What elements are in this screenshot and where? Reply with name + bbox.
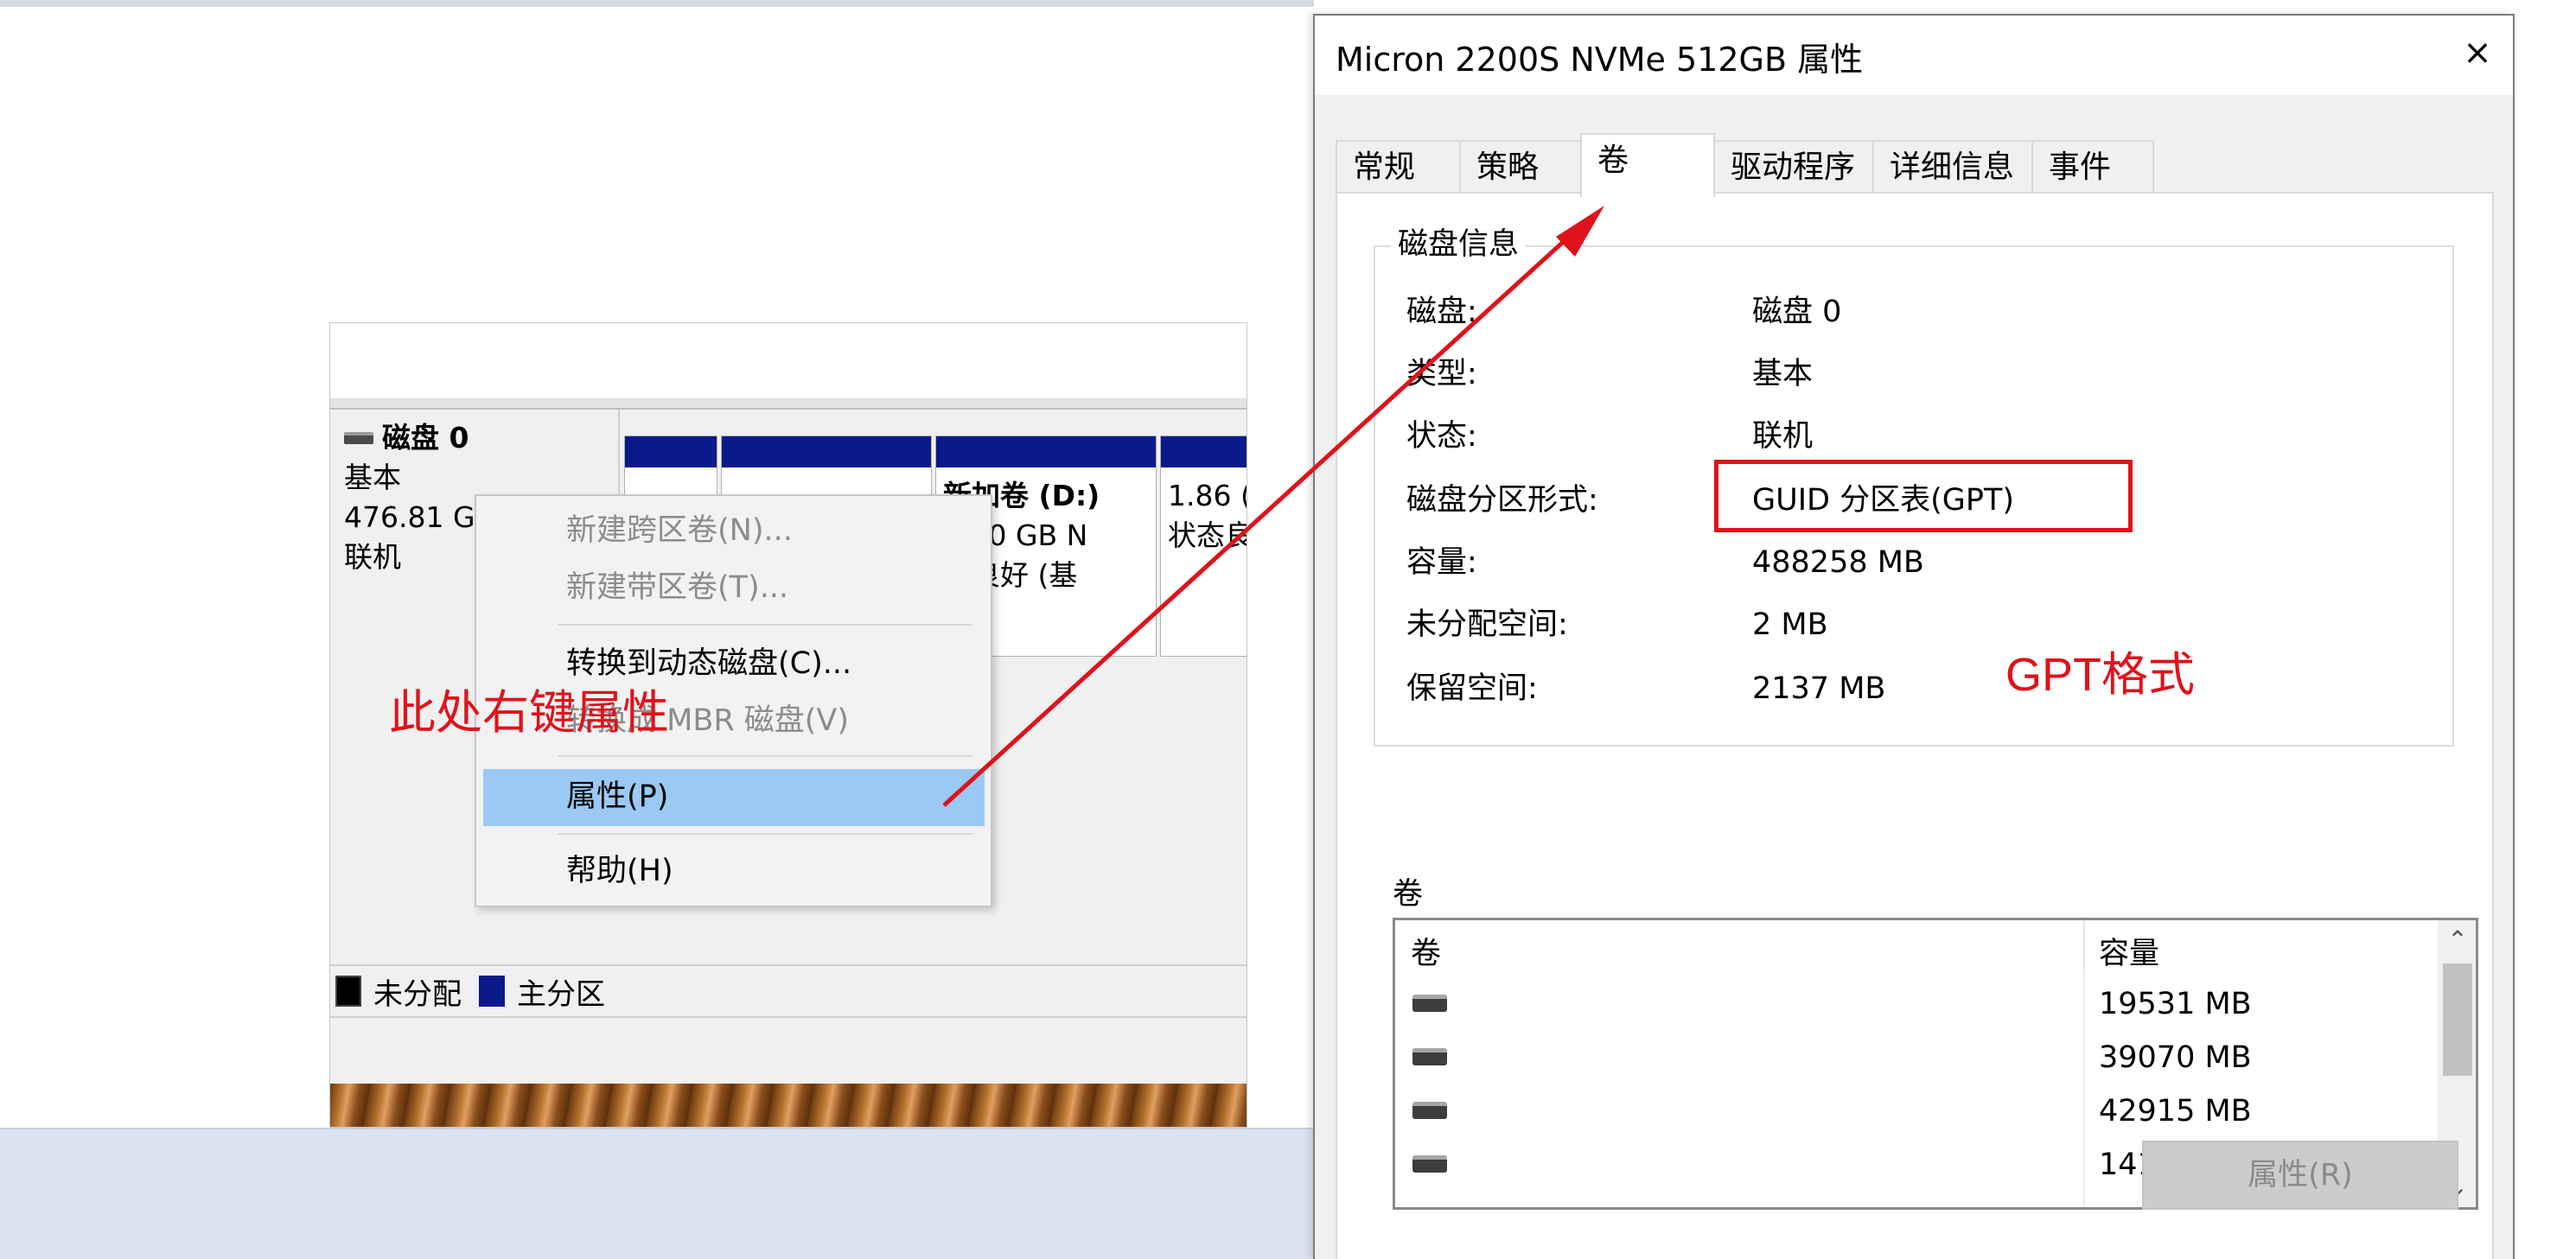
partition-4-text: 1.86 ( 状态良 [1168, 476, 1247, 556]
tab-volumes[interactable]: 卷 [1580, 133, 1715, 197]
disk-type: 基本 [344, 461, 401, 494]
info-row-reserved: 保留空间: 2137 MB [1406, 667, 2444, 710]
annotation-right-click: 此处右键属性 [389, 687, 669, 739]
disk-info-title: 磁盘信息 [1391, 219, 1527, 264]
column-header-volume[interactable]: 卷 [1411, 929, 1441, 973]
info-row-capacity: 容量: 488258 MB [1406, 541, 2444, 584]
list-header: 卷 容量 [1395, 920, 2476, 972]
unallocated-swatch [335, 976, 361, 1007]
volume-capacity: 39070 MB [2099, 1040, 2252, 1075]
info-key: 类型: [1406, 357, 1477, 391]
annotation-gpt-format: GPT格式 [2005, 649, 2196, 701]
column-header-capacity[interactable]: 容量 [2099, 929, 2159, 973]
info-value: 488258 MB [1752, 545, 1924, 580]
volumes-tab-panel: 磁盘信息 磁盘: 磁盘 0 类型: 基本 状态: 联机 磁盘分区形式: GUID… [1336, 192, 2494, 1259]
desktop-wallpaper [330, 1084, 1247, 1127]
menu-separator [558, 755, 972, 757]
drive-icon [1412, 995, 1447, 1012]
info-row-unallocated: 未分配空间: 2 MB [1406, 603, 2444, 646]
legend-primary: 主分区 [517, 976, 605, 1012]
info-key: 磁盘分区形式: [1406, 483, 1598, 518]
info-row-status: 状态: 联机 [1406, 415, 2444, 458]
tab-general[interactable]: 常规 [1336, 140, 1461, 194]
info-value: 磁盘 0 [1752, 295, 1842, 329]
volume-capacity: 19531 MB [2099, 987, 2252, 1021]
drive-icon [1412, 1048, 1447, 1065]
list-item[interactable]: 39070 MB [1395, 1031, 2433, 1084]
drive-icon [1412, 1155, 1447, 1173]
gpt-highlight-box [1714, 460, 2133, 532]
scroll-up-icon[interactable]: ⌃ [2438, 920, 2476, 960]
info-value: 2 MB [1752, 607, 1828, 642]
background-top-line [0, 0, 1314, 7]
pane-splitter[interactable] [330, 399, 1247, 410]
tab-driver[interactable]: 驱动程序 [1713, 140, 1874, 194]
disk-properties-dialog: Micron 2200S NVMe 512GB 属性 × 常规 策略 卷 驱动程… [1313, 14, 2515, 1259]
info-key: 磁盘: [1406, 295, 1477, 329]
info-key: 未分配空间: [1406, 607, 1568, 642]
info-key: 保留空间: [1406, 671, 1538, 706]
disk-management-header [330, 323, 1247, 399]
close-icon[interactable]: × [2456, 31, 2499, 74]
primary-swatch [479, 976, 505, 1007]
volume-capacity: 42915 MB [2099, 1094, 2252, 1129]
partition-4-status: 状态良 [1168, 518, 1247, 552]
info-row-type: 类型: 基本 [1406, 353, 2444, 396]
volumes-label: 卷 [1393, 877, 1424, 912]
list-item[interactable]: 42915 MB [1395, 1084, 2433, 1138]
legend: 未分配 主分区 [330, 964, 1247, 1018]
partition-bar [1161, 436, 1247, 467]
partition-bar [722, 436, 931, 467]
partition-bar [936, 436, 1156, 467]
partition-bar [625, 436, 717, 467]
info-key: 容量: [1406, 545, 1477, 580]
legend-unallocated: 未分配 [373, 976, 462, 1012]
tab-details[interactable]: 详细信息 [1872, 140, 2033, 194]
menu-new-spanned-volume[interactable]: 新建跨区卷(N)... [566, 508, 793, 553]
info-row-disk: 磁盘: 磁盘 0 [1406, 290, 2444, 334]
tab-policies[interactable]: 策略 [1459, 140, 1582, 194]
disk-icon [344, 432, 373, 444]
list-item[interactable]: 19531 MB [1395, 977, 2433, 1031]
drive-icon [1412, 1102, 1447, 1119]
volume-properties-button[interactable]: 属性(R) [2142, 1141, 2458, 1210]
menu-separator [558, 624, 972, 626]
info-value: 基本 [1752, 357, 1814, 391]
partition-4[interactable]: 1.86 ( 状态良 [1160, 436, 1247, 657]
menu-highlight [483, 769, 985, 826]
menu-help[interactable]: 帮助(H) [566, 849, 673, 893]
menu-properties[interactable]: 属性(P) [566, 774, 668, 819]
taskbar-area [0, 1128, 1314, 1259]
disk-name: 磁盘 0 [382, 421, 469, 455]
info-value: 2137 MB [1752, 671, 1886, 706]
scroll-thumb[interactable] [2443, 963, 2472, 1076]
menu-new-striped-volume[interactable]: 新建带区卷(T)... [566, 565, 788, 610]
partition-4-size: 1.86 ( [1168, 479, 1247, 512]
dialog-title: Micron 2200S NVMe 512GB 属性 [1336, 41, 1864, 79]
info-key: 状态: [1406, 419, 1477, 454]
info-value: 联机 [1752, 419, 1814, 454]
tab-events[interactable]: 事件 [2031, 140, 2154, 194]
menu-separator [558, 833, 972, 835]
column-divider[interactable] [2083, 920, 2085, 972]
dialog-body: 常规 策略 卷 驱动程序 详细信息 事件 磁盘信息 磁盘: 磁盘 0 类型: 基… [1315, 95, 2513, 1259]
